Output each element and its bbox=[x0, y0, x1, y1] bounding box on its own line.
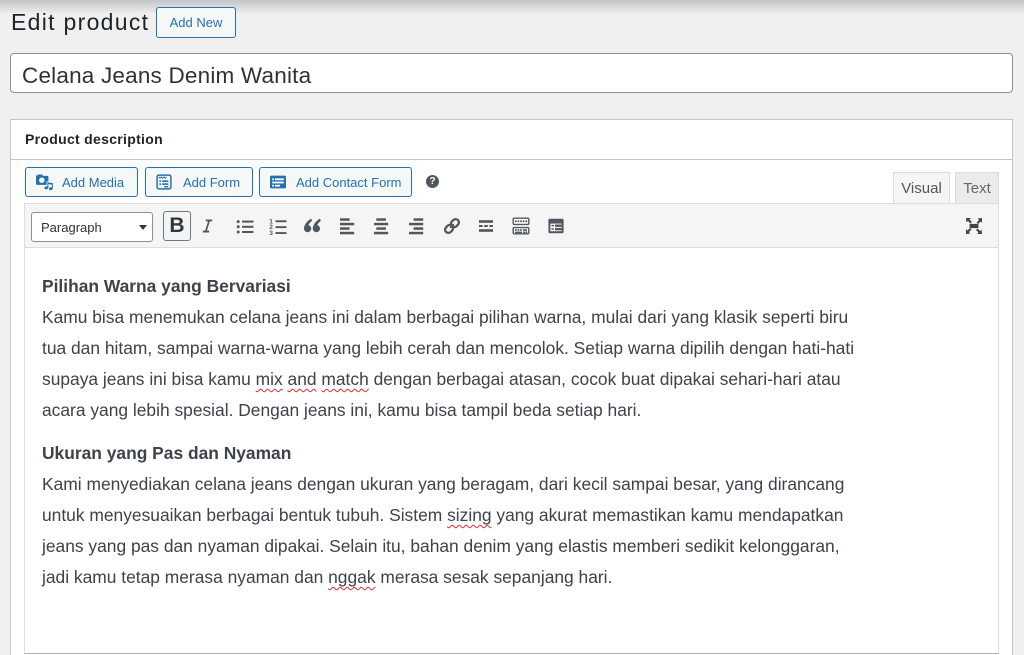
svg-text:3: 3 bbox=[269, 230, 273, 236]
